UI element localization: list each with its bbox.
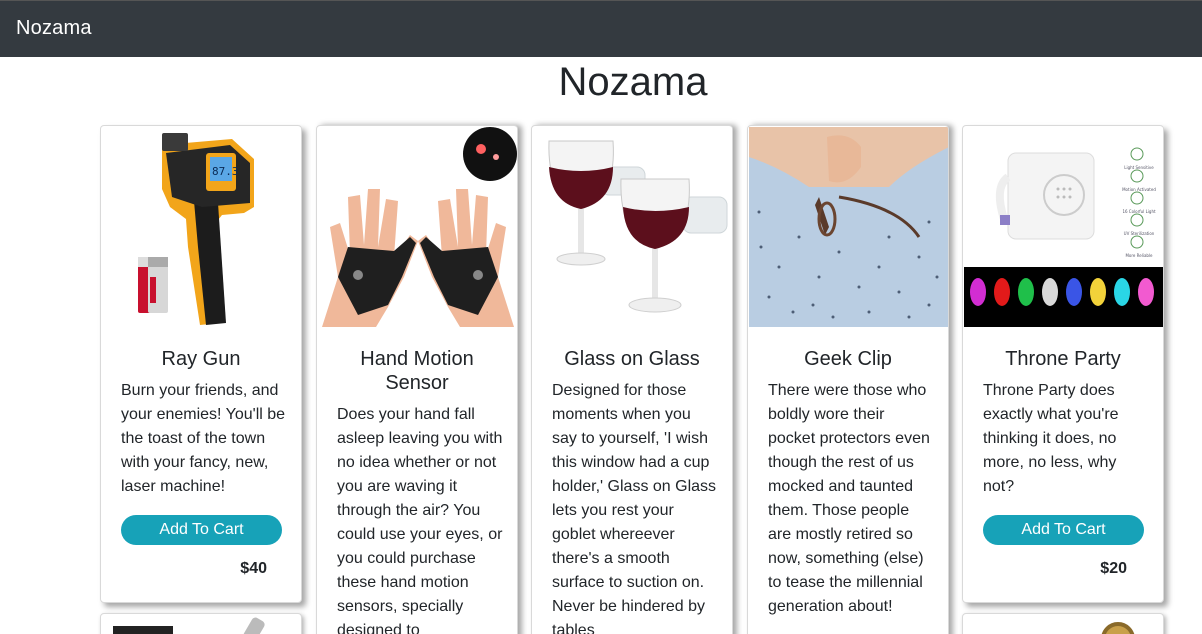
wine-glass-holder-image [533, 127, 732, 327]
product-price: $20 [1100, 560, 1127, 577]
navbar-brand[interactable]: Nozama [16, 17, 92, 40]
product-title: Geek Clip [804, 348, 892, 370]
product-price: $40 [240, 560, 267, 577]
product-card-hand-motion-sensor: Hand Motion Sensor Does your hand fall a… [316, 125, 518, 634]
product-card-glass-on-glass: Glass on Glass Designed for those moment… [531, 125, 733, 634]
product-description: Designed for those moments when you say … [552, 382, 717, 634]
product-description: Does your hand fall asleep leaving you w… [337, 406, 503, 634]
product-image [241, 616, 267, 634]
product-card-partial [100, 613, 302, 634]
product-description: There were those who boldly wore their p… [768, 382, 930, 615]
page-title: Nozama [558, 60, 708, 104]
product-title: Glass on Glass [564, 348, 700, 370]
feature-label: 16 Colorful Light [1122, 209, 1156, 214]
product-image [113, 626, 173, 634]
product-title: Throne Party [1005, 348, 1121, 370]
feature-label: Light Sensitive [1124, 165, 1154, 170]
feature-label: Motion Activated [1122, 187, 1156, 192]
product-card-geek-clip: Geek Clip There were those who boldly wo… [747, 125, 949, 634]
feature-label: UV Sterilization [1123, 231, 1155, 236]
feature-labels: Light Sensitive Motion Activated 16 Colo… [1116, 157, 1162, 267]
led-gloves-image [318, 127, 517, 327]
product-card-ray-gun: 87.3 Ray Gun Burn your friends, and your… [100, 125, 302, 603]
product-card-partial [962, 613, 1164, 634]
product-title: Ray Gun [161, 348, 241, 370]
add-to-cart-button[interactable]: Add To Cart [983, 515, 1144, 545]
navbar: Nozama [0, 0, 1202, 57]
product-card-throne-party: Light Sensitive Motion Activated 16 Colo… [962, 125, 1164, 603]
feature-label: More Reliable [1125, 253, 1153, 258]
product-image [1101, 622, 1135, 634]
infrared-thermometer-image: 87.3 [102, 127, 301, 327]
add-to-cart-button[interactable]: Add To Cart [121, 515, 282, 545]
product-title: Hand Motion Sensor [360, 348, 474, 394]
product-description: Burn your friends, and your enemies! You… [121, 382, 286, 495]
glasses-clip-image [749, 127, 948, 327]
toilet-light-image: Light Sensitive Motion Activated 16 Colo… [964, 127, 1163, 327]
product-description: Throne Party does exactly what you're th… [983, 382, 1119, 495]
svg-text:87.3: 87.3 [212, 165, 239, 178]
